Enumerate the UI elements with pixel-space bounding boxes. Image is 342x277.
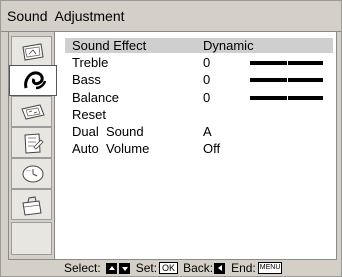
picture-icon	[22, 43, 44, 61]
setting-balance-label[interactable]: Balance	[72, 90, 119, 105]
setting-dual-sound-label[interactable]: Dual Sound	[72, 124, 144, 139]
menu-item-picture[interactable]	[11, 36, 52, 67]
setting-dual-sound-value[interactable]: A	[203, 124, 212, 139]
setting-bass-value: 0	[203, 72, 211, 87]
setup-icon	[24, 133, 44, 154]
menu-item-setup[interactable]	[11, 127, 52, 158]
setting-sound-effect-label[interactable]: Sound Effect	[72, 38, 146, 53]
setting-treble-label[interactable]: Treble	[72, 55, 108, 70]
sound-icon	[24, 71, 47, 90]
down-arrow-icon	[118, 262, 130, 274]
bass-slider-knob[interactable]	[287, 77, 288, 83]
menu-window: Sound Adjustment Sound Effect Dynamic Tr…	[0, 0, 342, 277]
key-hint-bar: Select: Set: OK Back: End: MENU	[64, 261, 284, 275]
setting-reset-label[interactable]: Reset	[72, 107, 106, 122]
menu-item-toolbox[interactable]	[11, 189, 52, 220]
menu-sidebar	[8, 32, 57, 260]
select-hint-label: Select:	[64, 261, 101, 275]
toolbox-icon	[22, 196, 42, 216]
screen-icon	[21, 104, 45, 120]
timer-icon	[22, 165, 44, 183]
set-hint-label: Set:	[135, 261, 158, 275]
setting-sound-effect-value[interactable]: Dynamic	[203, 38, 254, 53]
treble-slider[interactable]	[250, 60, 323, 66]
setting-auto-volume-label[interactable]: Auto Volume	[72, 141, 149, 156]
ok-key-icon: OK	[159, 262, 179, 274]
menu-item-timer[interactable]	[11, 158, 52, 189]
balance-slider[interactable]	[250, 95, 323, 101]
up-arrow-icon	[105, 262, 117, 274]
menu-item-screen[interactable]	[11, 96, 52, 127]
menu-item-sound[interactable]	[9, 65, 57, 96]
setting-auto-volume-value[interactable]: Off	[203, 141, 220, 156]
menu-key-icon: MENU	[257, 262, 283, 274]
end-hint-label: End:	[231, 261, 256, 275]
treble-slider-knob[interactable]	[287, 60, 288, 66]
setting-bass-label[interactable]: Bass	[72, 72, 101, 87]
back-hint-label: Back:	[183, 261, 214, 275]
balance-slider-knob[interactable]	[287, 95, 288, 101]
bass-slider[interactable]	[250, 77, 323, 83]
page-title: Sound Adjustment	[7, 8, 125, 24]
settings-panel: Sound Effect Dynamic Treble 0 Bass 0 Bal…	[54, 32, 337, 260]
setting-balance-value: 0	[203, 90, 211, 105]
left-arrow-icon	[214, 262, 226, 274]
setting-treble-value: 0	[203, 55, 211, 70]
menu-item-empty[interactable]	[11, 222, 52, 255]
